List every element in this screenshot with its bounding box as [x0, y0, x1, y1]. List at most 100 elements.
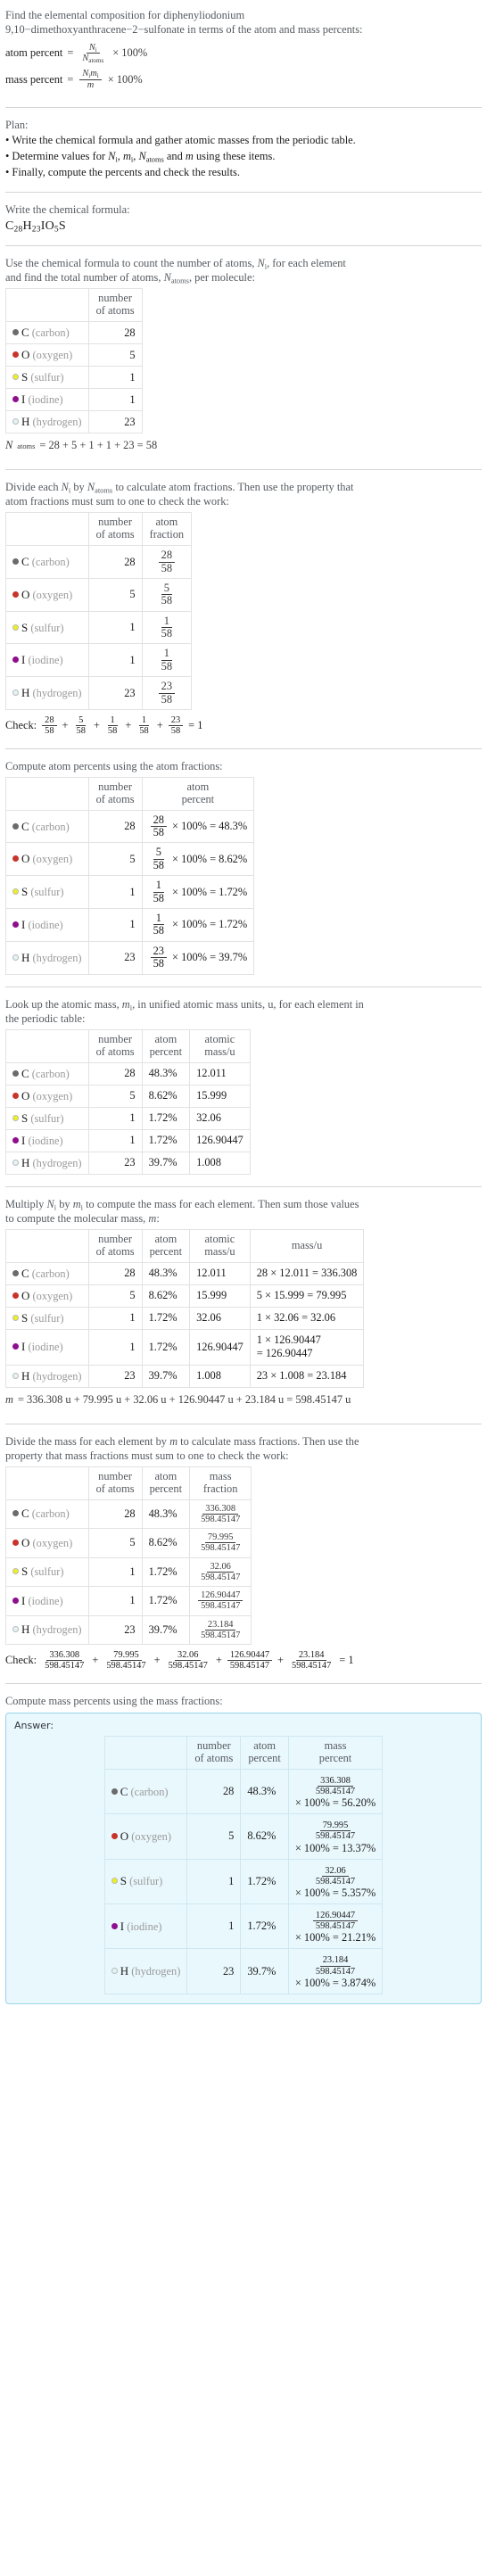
atom-percent-value: 1.72%	[240, 1858, 289, 1904]
element-cell: O (oxygen)	[103, 1813, 188, 1860]
table-row: O (oxygen) 5 5 58 × 100% = 8.62%	[5, 842, 255, 877]
element-color-dot	[12, 1069, 19, 1077]
fraction-denominator: 58	[161, 561, 173, 574]
fraction-denominator: 58	[76, 726, 86, 737]
fraction: 126.90447 598.45147	[198, 1590, 244, 1612]
atom-percent-value: 1.72%	[141, 1556, 191, 1588]
element-color-dot	[12, 1539, 19, 1546]
table-row: H (hydrogen) 23 39.7% 1.008	[5, 1151, 251, 1175]
atom-percent-expression: 1 58 × 100% = 1.72%	[141, 908, 255, 942]
element-name: (carbon)	[31, 326, 70, 340]
divider	[5, 245, 482, 247]
fraction: 28 58	[42, 715, 57, 737]
atom-count-value: 23	[186, 1948, 242, 1994]
fraction-numerator: 126.90447	[227, 1650, 273, 1662]
plan-section: Plan: • Write the chemical formula and g…	[5, 116, 482, 186]
element-cell: I (iodine)	[5, 1328, 89, 1366]
mass-expression-line-1: 28 × 12.011 = 336.308	[256, 1266, 358, 1279]
mass-expression-line-1: 1 × 126.90447	[256, 1333, 321, 1346]
atom-count-value: 23	[87, 1614, 143, 1646]
element-symbol: H	[21, 415, 30, 429]
element-name: (carbon)	[31, 556, 70, 569]
atom-count-value: 23	[87, 676, 143, 711]
table-row: S (sulfur) 1 1 58 × 100% = 1.72%	[5, 875, 255, 910]
fraction-numerator: 336.308	[46, 1650, 83, 1662]
element-symbol: I	[21, 653, 26, 667]
fraction: 336.308 598.45147	[42, 1650, 87, 1672]
element-cell: S (sulfur)	[5, 366, 89, 390]
element-mass-section: Multiply Ni by mi to compute the mass fo…	[5, 1195, 482, 1417]
atom-percent-fraction: Ni Natoms	[79, 43, 106, 64]
element-cell: O (oxygen)	[5, 577, 89, 612]
element-color-dot	[12, 1510, 19, 1517]
fraction-denominator: 58	[153, 858, 164, 871]
fraction-denominator: 598.45147	[315, 1876, 356, 1887]
fraction-denominator: 598.45147	[201, 1630, 241, 1640]
fraction-numerator: 1	[153, 879, 164, 893]
fraction-denominator: 598.45147	[201, 1514, 241, 1524]
table-row: I (iodine) 1 1.72% 126.90447 1 × 126.90447 = …	[5, 1328, 365, 1366]
mass-fraction-value: 23.184 598.45147	[189, 1614, 252, 1646]
atom-count-value: 1	[87, 610, 143, 645]
times-100-equals: × 100% = 1.72%	[171, 885, 248, 898]
fraction-prompt-b: by	[70, 481, 87, 494]
element-symbol: S	[21, 885, 29, 899]
atom-fraction-check: Check: 28 58 +5 58 +1 58 +1 58 +23 58 = 1	[5, 715, 482, 737]
table-row: I (iodine) 1 1.72% 126.90447 598.45147	[5, 1586, 252, 1616]
element-cell: H (hydrogen)	[5, 1364, 89, 1388]
mass-expression-line-2: = 126.90447	[256, 1347, 313, 1360]
atom-percent-value: 1.72%	[141, 1306, 191, 1330]
fraction-denominator: 598.45147	[315, 1921, 356, 1932]
element-symbol: H	[120, 1964, 129, 1978]
element-cell: H (hydrogen)	[5, 1151, 89, 1175]
atomic-mass-section: Look up the atomic mass, mi, in unified …	[5, 995, 482, 1180]
element-color-dot	[12, 329, 19, 336]
mass-fraction-section: Divide the mass for each element by m to…	[5, 1432, 482, 1677]
count-prompt-line-2: and find the total number of atoms, Nato…	[5, 271, 255, 285]
element-name: (hydrogen)	[32, 1156, 82, 1169]
table-row: number of atoms atom percent atomic mass/u mas…	[5, 1228, 365, 1263]
element-cell: C (carbon)	[5, 321, 89, 345]
element-cell: H (hydrogen)	[103, 1948, 188, 1994]
fraction-numerator: 28	[150, 813, 167, 828]
table-row: S (sulfur) 1 1.72% 32.06 598.45147	[5, 1556, 252, 1588]
fraction: 336.308 598.45147	[313, 1776, 358, 1797]
fraction-denominator: 58	[161, 627, 173, 640]
element-color-dot	[12, 888, 19, 896]
atom-count-value: 1	[87, 643, 143, 678]
atom-percent-value: 8.62%	[240, 1813, 289, 1860]
fraction-denominator: 598.45147	[201, 1572, 241, 1582]
column-header-blank	[5, 288, 89, 323]
table-row: H (hydrogen) 23	[5, 410, 143, 434]
fraction-numerator: 23	[168, 715, 184, 727]
element-name: (carbon)	[31, 1507, 70, 1521]
plus-sign: +	[153, 1654, 161, 1667]
element-cell: H (hydrogen)	[5, 676, 89, 711]
fraction-prompt-a: Divide each	[5, 481, 62, 494]
fraction-denominator: m	[87, 79, 95, 90]
atom-percent-value: 48.3%	[141, 1061, 191, 1086]
element-symbol: S	[120, 1874, 127, 1888]
atomic-mass-prompt-line-2: the periodic table:	[5, 1011, 86, 1025]
mass-percent-expression: 79.995 598.45147 × 100% = 13.37%	[287, 1813, 384, 1860]
plus-sign: +	[92, 1654, 99, 1667]
fraction-denominator: 58	[161, 659, 173, 673]
element-cell: S (sulfur)	[5, 1106, 89, 1130]
atom-fraction-value: 23 58	[141, 676, 193, 711]
fraction-denominator: 598.45147	[201, 1601, 241, 1612]
column-header: number of atoms	[186, 1736, 242, 1770]
mass-percent-expression: 126.90447 598.45147 × 100% = 21.21%	[287, 1903, 384, 1950]
fraction-denominator: 598.45147	[315, 1787, 356, 1797]
fraction-denominator: 598.45147	[168, 1661, 208, 1672]
mass-prompt-d: to compute the molecular mass,	[5, 1211, 149, 1225]
table-row: H (hydrogen) 23 39.7% 23.184 598.45147	[5, 1614, 252, 1646]
solution-page: Find the elemental composition for diphe…	[0, 0, 487, 2019]
table-row: I (iodine) 1	[5, 388, 143, 412]
table-row: C (carbon) 28 28 58	[5, 545, 193, 579]
table-row: H (hydrogen) 23 23 58 × 100% = 39.7%	[5, 940, 255, 975]
atom-count-value: 1	[87, 366, 143, 390]
atom-fraction-value: 1 58	[141, 643, 193, 678]
element-name: (iodine)	[28, 654, 63, 667]
fraction-numerator: 126.90447	[198, 1590, 244, 1602]
column-header-blank	[103, 1736, 188, 1770]
